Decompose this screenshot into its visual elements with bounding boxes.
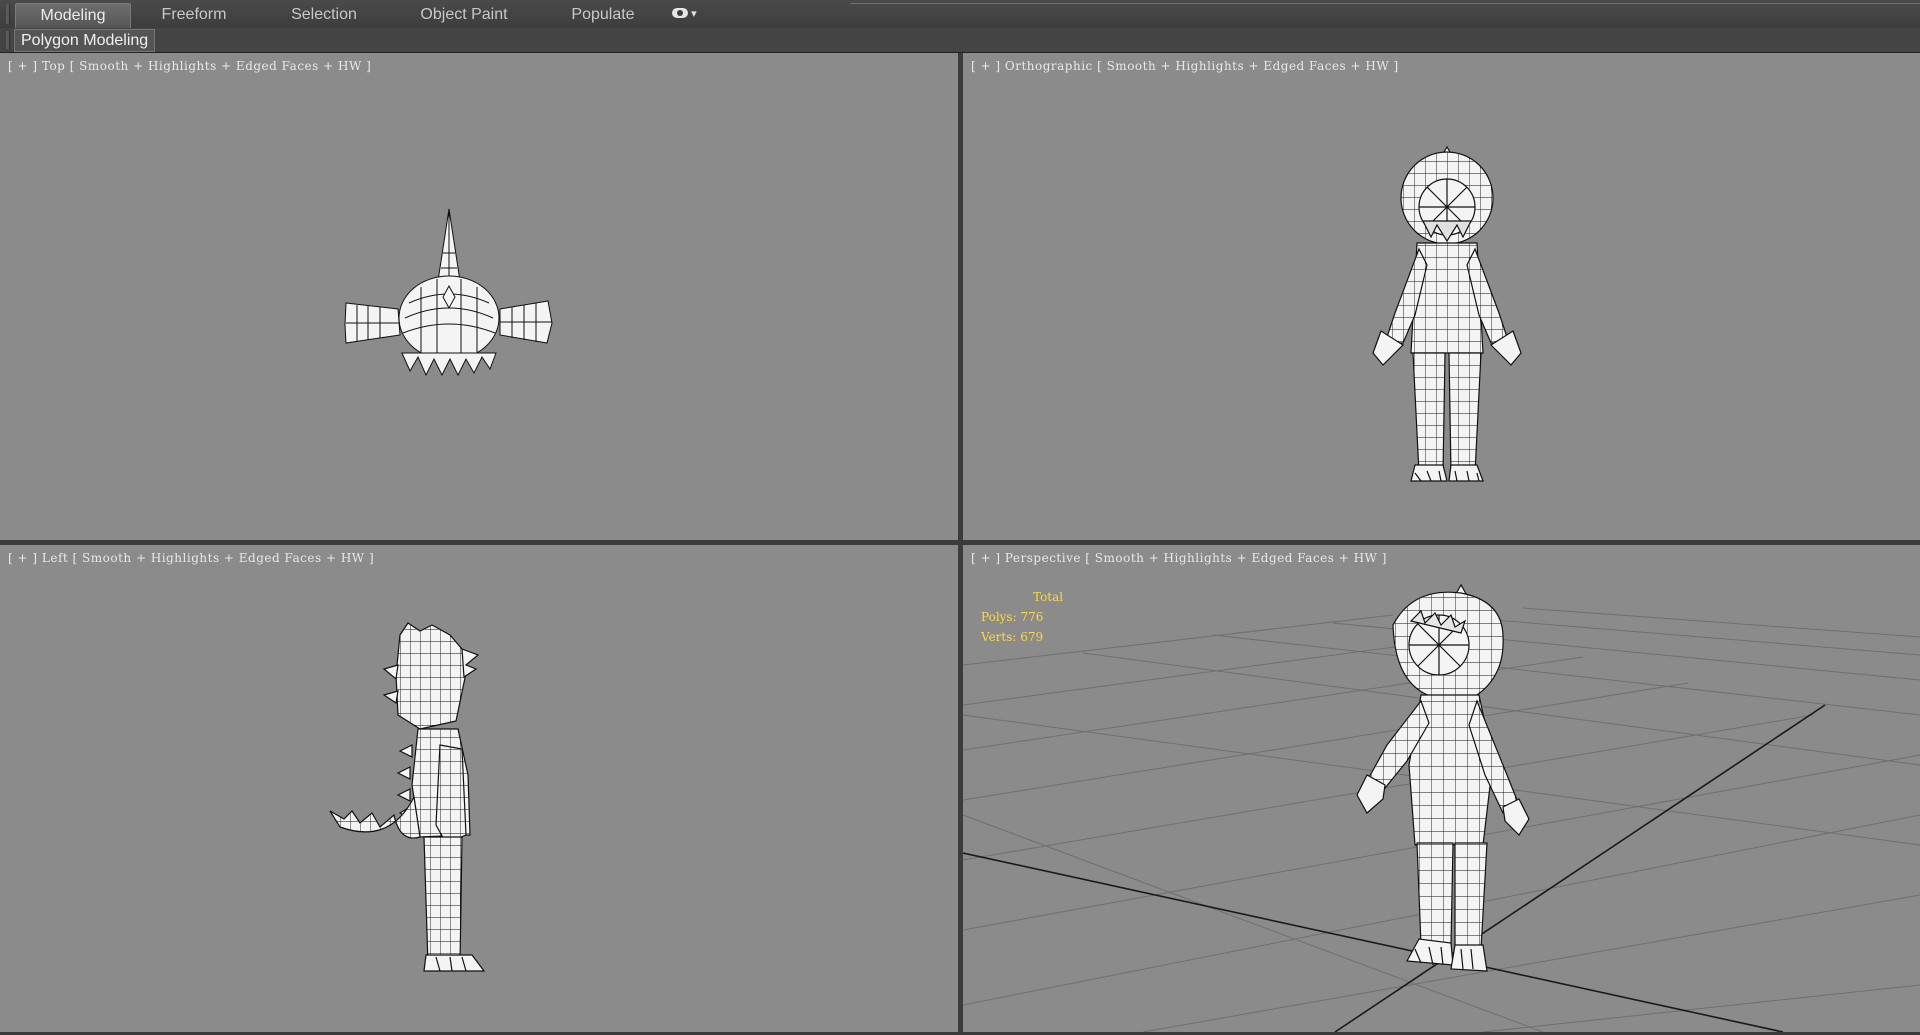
eye-icon	[672, 8, 688, 18]
tab-object-paint[interactable]: Object Paint	[406, 3, 522, 27]
polygon-modeling-button[interactable]: Polygon Modeling	[14, 29, 156, 52]
viewport-perspective[interactable]: [ + ] Perspective [ Smooth + Highlights …	[963, 545, 1920, 1032]
front-view-model	[1372, 145, 1522, 482]
ribbon-extension-dropdown[interactable]: ▾	[672, 7, 702, 23]
ribbon-grip[interactable]	[6, 4, 10, 24]
tab-selection[interactable]: Selection	[276, 3, 372, 27]
ribbon-divider	[850, 3, 1920, 4]
viewport-left[interactable]: [ + ] Left [ Smooth + Highlights + Edged…	[0, 545, 958, 1032]
viewport-orthographic[interactable]: [ + ] Orthographic [ Smooth + Highlights…	[963, 53, 1920, 540]
tab-modeling[interactable]: Modeling	[15, 3, 131, 28]
ribbon-tab-bar: Modeling Freeform Selection Object Paint…	[0, 0, 1920, 29]
perspective-grid-and-model	[963, 583, 1920, 1032]
ribbon-panel-bar: Polygon Modeling	[0, 28, 1920, 53]
viewport-top[interactable]: [ + ] Top [ Smooth + Highlights + Edged …	[0, 53, 958, 540]
chevron-down-icon: ▾	[691, 8, 697, 20]
top-view-model	[344, 208, 553, 377]
tab-populate[interactable]: Populate	[560, 3, 646, 27]
tab-freeform[interactable]: Freeform	[148, 3, 240, 27]
side-view-model	[329, 622, 486, 972]
panel-grip[interactable]	[6, 31, 10, 49]
